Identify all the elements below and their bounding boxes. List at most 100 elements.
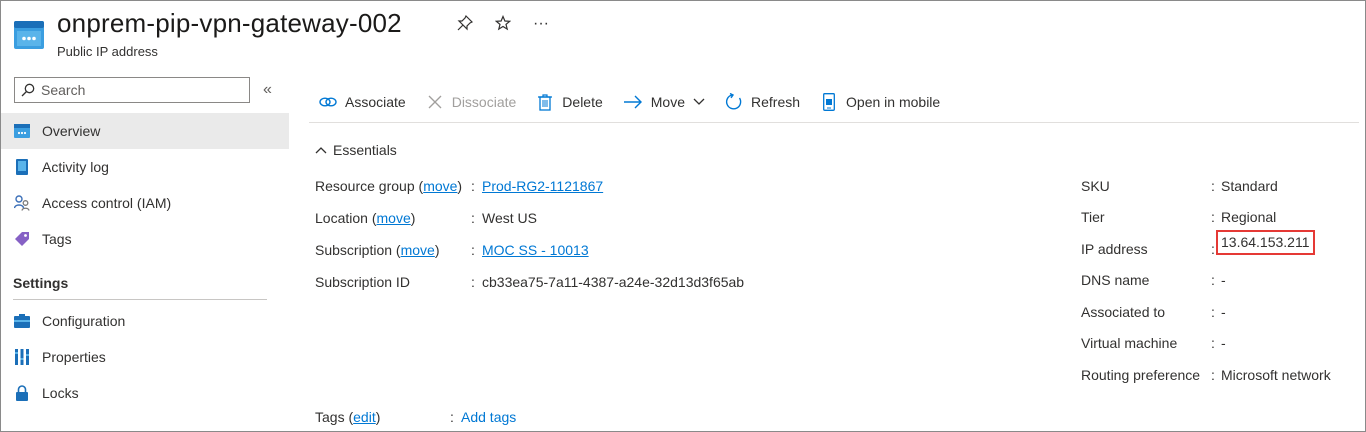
subscription-id-value: cb33ea75-7a11-4387-a24e-32d13d3f65ab [482, 274, 745, 290]
subscription-move-link[interactable]: move [401, 242, 435, 258]
resource-group-label-text: Resource group [315, 178, 415, 194]
tier-label: Tier [1081, 209, 1105, 225]
colon: : [471, 274, 475, 290]
collapse-sidebar-icon[interactable]: « [263, 81, 272, 99]
lock-icon [13, 384, 31, 402]
activity-log-icon [13, 158, 31, 176]
delete-label: Delete [562, 94, 603, 110]
essentials-label: Essentials [333, 142, 397, 158]
page-subtitle: Public IP address [57, 44, 158, 59]
pin-icon[interactable] [456, 14, 474, 33]
iam-icon [13, 194, 31, 212]
essentials-toggle[interactable]: Essentials [315, 142, 397, 158]
trash-icon [536, 93, 554, 111]
resource-group-label: Resource group (move) [315, 178, 463, 194]
sidebar-item-locks[interactable]: Locks [1, 375, 289, 411]
dns-name-value: - [1221, 272, 1226, 288]
location-label-text: Location [315, 210, 368, 226]
colon: : [1211, 209, 1215, 225]
ip-address-value: 13.64.153.211 [1216, 230, 1315, 255]
location-label: Location (move) [315, 210, 416, 226]
sidebar-item-label: Configuration [42, 313, 126, 329]
public-ip-resource-icon [14, 21, 44, 49]
chevron-down-icon [693, 98, 705, 106]
command-bar: Associate Dissociate Delete Move Refresh… [309, 87, 950, 117]
delete-button[interactable]: Delete [526, 87, 612, 117]
virtual-machine-label: Virtual machine [1081, 335, 1178, 351]
resource-group-move-link[interactable]: move [423, 178, 457, 194]
colon: : [1211, 335, 1215, 351]
star-icon[interactable] [494, 14, 512, 33]
subscription-link[interactable]: MOC SS - 10013 [482, 242, 589, 258]
close-icon [426, 93, 444, 111]
refresh-button[interactable]: Refresh [715, 87, 810, 117]
colon: : [471, 178, 475, 194]
link-icon [319, 93, 337, 111]
tags-label: Tags (edit) [315, 409, 381, 425]
move-button[interactable]: Move [613, 87, 715, 117]
add-tags-link[interactable]: Add tags [461, 409, 516, 425]
settings-section-header: Settings [13, 275, 69, 291]
chevron-up-icon [315, 146, 327, 154]
associated-to-value: - [1221, 304, 1226, 320]
sidebar-item-label: Tags [42, 231, 72, 247]
colon: : [1211, 241, 1215, 257]
sidebar-item-label: Properties [42, 349, 106, 365]
location-move-link[interactable]: move [377, 210, 411, 226]
properties-icon [13, 348, 31, 366]
sidebar-item-tags[interactable]: Tags [1, 221, 289, 257]
refresh-label: Refresh [751, 94, 801, 110]
dns-name-label: DNS name [1081, 272, 1150, 288]
arrow-right-icon [623, 93, 643, 111]
sidebar-item-overview[interactable]: Overview [1, 113, 289, 149]
tags-label-text: Tags [315, 409, 345, 425]
dissociate-label: Dissociate [451, 94, 517, 110]
main-content: Associate Dissociate Delete Move Refresh… [309, 73, 1359, 432]
routing-preference-label: Routing preference [1081, 367, 1201, 383]
resource-group-link[interactable]: Prod-RG2-1121867 [482, 178, 603, 194]
associated-to-label: Associated to [1081, 304, 1166, 320]
tags-edit-link[interactable]: edit [353, 409, 376, 425]
refresh-icon [725, 93, 743, 111]
open-in-mobile-label: Open in mobile [846, 94, 941, 110]
tag-icon [13, 230, 31, 248]
dissociate-button[interactable]: Dissociate [416, 87, 527, 117]
overview-icon [13, 122, 31, 140]
routing-preference-value: Microsoft network [1221, 367, 1331, 383]
associate-label: Associate [345, 94, 406, 110]
more-icon[interactable]: ··· [532, 15, 550, 33]
page-title: onprem-pip-vpn-gateway-002 [57, 8, 402, 38]
page-header: onprem-pip-vpn-gateway-002 Public IP add… [1, 1, 1366, 73]
ip-address-highlight: 13.64.153.211 [1216, 230, 1315, 255]
colon: : [471, 242, 475, 258]
colon: : [1211, 367, 1215, 383]
subscription-label-text: Subscription [315, 242, 393, 258]
sidebar-item-label: Overview [42, 123, 101, 139]
configuration-icon [13, 312, 31, 330]
colon: : [471, 210, 475, 226]
search-input[interactable] [41, 82, 231, 98]
toolbar-divider [309, 122, 1359, 123]
colon: : [1211, 178, 1215, 194]
virtual-machine-value: - [1221, 335, 1226, 351]
subscription-label: Subscription (move) [315, 242, 440, 258]
colon: : [1211, 272, 1215, 288]
sidebar-item-configuration[interactable]: Configuration [1, 303, 289, 339]
section-divider [13, 299, 267, 300]
colon: : [1211, 304, 1215, 320]
sidebar-item-activity-log[interactable]: Activity log [1, 149, 289, 185]
ip-address-label: IP address [1081, 241, 1148, 257]
search-box[interactable] [14, 77, 250, 103]
open-in-mobile-button[interactable]: Open in mobile [810, 87, 950, 117]
sidebar-item-label: Access control (IAM) [42, 195, 172, 211]
tier-value: Regional [1221, 209, 1277, 225]
sidebar-item-label: Locks [42, 385, 79, 401]
location-value: West US [482, 210, 537, 226]
mobile-icon [820, 93, 838, 111]
sidebar-item-properties[interactable]: Properties [1, 339, 289, 375]
subscription-id-label: Subscription ID [315, 274, 410, 290]
search-icon [21, 83, 35, 97]
sidebar-item-access-control[interactable]: Access control (IAM) [1, 185, 289, 221]
sku-label: SKU [1081, 178, 1110, 194]
associate-button[interactable]: Associate [309, 87, 416, 117]
